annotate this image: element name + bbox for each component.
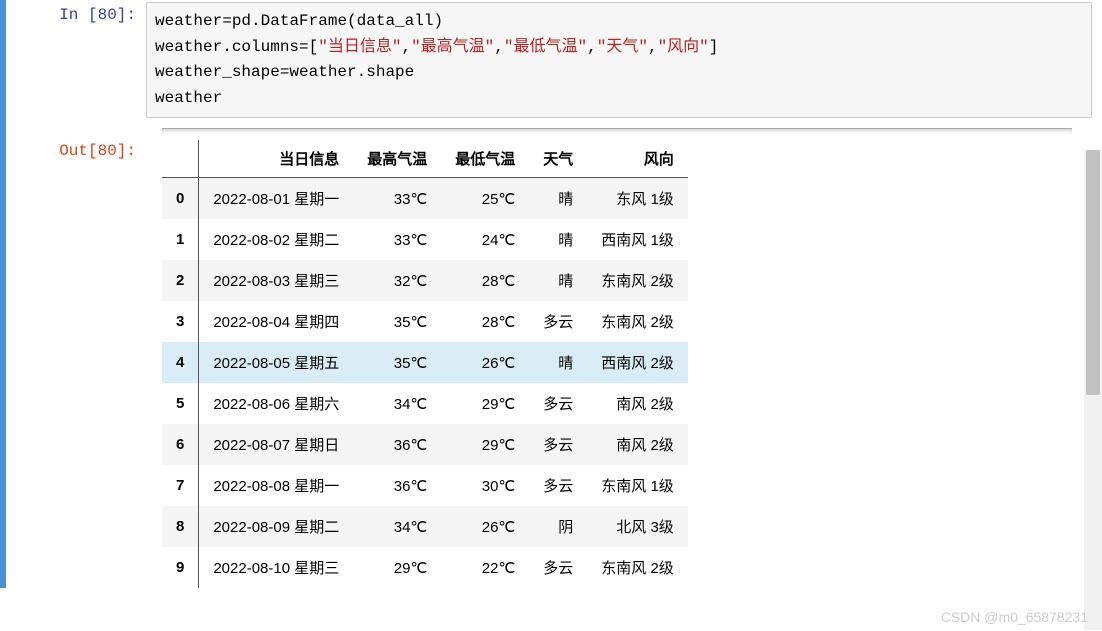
cell-2: 30℃ xyxy=(441,465,529,506)
index-header xyxy=(162,140,199,178)
cell-3: 晴 xyxy=(529,178,587,220)
cell-3: 多云 xyxy=(529,301,587,342)
table-row[interactable]: 42022-08-05 星期五35℃26℃晴西南风 2级 xyxy=(162,342,688,383)
row-index: 8 xyxy=(162,506,199,547)
cell-1: 29℃ xyxy=(353,547,441,588)
col-header-3: 天气 xyxy=(529,140,587,178)
code-line-3: weather_shape=weather.shape xyxy=(155,60,1083,86)
cell-4: 东南风 1级 xyxy=(587,465,688,506)
cell-0: 2022-08-02 星期二 xyxy=(199,219,353,260)
output-cell: Out[80]: 当日信息 最高气温 最低气温 天气 风向 02022-08-0… xyxy=(0,118,1102,588)
cell-1: 35℃ xyxy=(353,342,441,383)
table-row[interactable]: 22022-08-03 星期三32℃28℃晴东南风 2级 xyxy=(162,260,688,301)
col-header-0: 当日信息 xyxy=(199,140,353,178)
cell-3: 晴 xyxy=(529,260,587,301)
cell-3: 多云 xyxy=(529,547,587,588)
row-index: 9 xyxy=(162,547,199,588)
cell-2: 26℃ xyxy=(441,342,529,383)
cell-1: 33℃ xyxy=(353,219,441,260)
cell-3: 晴 xyxy=(529,219,587,260)
code-line-1: weather=pd.DataFrame(data_all) xyxy=(155,9,1083,35)
cell-4: 东风 1级 xyxy=(587,178,688,220)
cell-1: 36℃ xyxy=(353,424,441,465)
table-row[interactable]: 52022-08-06 星期六34℃29℃多云南风 2级 xyxy=(162,383,688,424)
table-row[interactable]: 92022-08-10 星期三29℃22℃多云东南风 2级 xyxy=(162,547,688,588)
output-area: 当日信息 最高气温 最低气温 天气 风向 02022-08-01 星期一33℃2… xyxy=(146,124,1102,588)
cell-0: 2022-08-04 星期四 xyxy=(199,301,353,342)
row-index: 3 xyxy=(162,301,199,342)
cell-0: 2022-08-03 星期三 xyxy=(199,260,353,301)
col-header-2: 最低气温 xyxy=(441,140,529,178)
cell-0: 2022-08-09 星期二 xyxy=(199,506,353,547)
table-row[interactable]: 02022-08-01 星期一33℃25℃晴东风 1级 xyxy=(162,178,688,220)
cell-4: 西南风 2级 xyxy=(587,342,688,383)
vertical-scrollbar[interactable] xyxy=(1084,150,1102,630)
row-index: 0 xyxy=(162,178,199,220)
cell-4: 东南风 2级 xyxy=(587,301,688,342)
row-index: 7 xyxy=(162,465,199,506)
cell-2: 22℃ xyxy=(441,547,529,588)
cell-3: 晴 xyxy=(529,342,587,383)
table-header-row: 当日信息 最高气温 最低气温 天气 风向 xyxy=(162,140,688,178)
output-prompt: Out[80]: xyxy=(6,136,146,160)
cell-4: 东南风 2级 xyxy=(587,260,688,301)
cell-3: 阴 xyxy=(529,506,587,547)
cell-3: 多云 xyxy=(529,465,587,506)
cell-1: 34℃ xyxy=(353,383,441,424)
cell-4: 南风 2级 xyxy=(587,383,688,424)
input-prompt: In [80]: xyxy=(6,0,146,24)
table-row[interactable]: 72022-08-08 星期一36℃30℃多云东南风 1级 xyxy=(162,465,688,506)
cell-2: 25℃ xyxy=(441,178,529,220)
cell-2: 28℃ xyxy=(441,260,529,301)
row-index: 4 xyxy=(162,342,199,383)
cell-0: 2022-08-10 星期三 xyxy=(199,547,353,588)
cell-2: 29℃ xyxy=(441,424,529,465)
cell-4: 东南风 2级 xyxy=(587,547,688,588)
cell-4: 南风 2级 xyxy=(587,424,688,465)
code-input-area[interactable]: weather=pd.DataFrame(data_all) weather.c… xyxy=(146,2,1092,118)
row-index: 1 xyxy=(162,219,199,260)
cell-1: 34℃ xyxy=(353,506,441,547)
table-row[interactable]: 32022-08-04 星期四35℃28℃多云东南风 2级 xyxy=(162,301,688,342)
watermark-text: CSDN @m0_65878231 xyxy=(941,609,1088,625)
cell-4: 北风 3级 xyxy=(587,506,688,547)
row-index: 2 xyxy=(162,260,199,301)
scrollbar-thumb[interactable] xyxy=(1086,150,1100,395)
table-row[interactable]: 82022-08-09 星期二34℃26℃阴北风 3级 xyxy=(162,506,688,547)
input-cell: In [80]: weather=pd.DataFrame(data_all) … xyxy=(6,0,1102,118)
table-row[interactable]: 62022-08-07 星期日36℃29℃多云南风 2级 xyxy=(162,424,688,465)
cell-2: 26℃ xyxy=(441,506,529,547)
row-index: 6 xyxy=(162,424,199,465)
cell-3: 多云 xyxy=(529,383,587,424)
cell-0: 2022-08-08 星期一 xyxy=(199,465,353,506)
row-index: 5 xyxy=(162,383,199,424)
cell-2: 29℃ xyxy=(441,383,529,424)
cell-1: 35℃ xyxy=(353,301,441,342)
table-row[interactable]: 12022-08-02 星期二33℃24℃晴西南风 1级 xyxy=(162,219,688,260)
output-shadow xyxy=(162,128,1072,134)
code-line-4: weather xyxy=(155,86,1083,112)
dataframe-table: 当日信息 最高气温 最低气温 天气 风向 02022-08-01 星期一33℃2… xyxy=(162,140,688,588)
cell-1: 33℃ xyxy=(353,178,441,220)
cell-0: 2022-08-05 星期五 xyxy=(199,342,353,383)
cell-1: 36℃ xyxy=(353,465,441,506)
cell-2: 24℃ xyxy=(441,219,529,260)
cell-0: 2022-08-01 星期一 xyxy=(199,178,353,220)
cell-4: 西南风 1级 xyxy=(587,219,688,260)
cell-0: 2022-08-06 星期六 xyxy=(199,383,353,424)
cell-1: 32℃ xyxy=(353,260,441,301)
cell-0: 2022-08-07 星期日 xyxy=(199,424,353,465)
cell-2: 28℃ xyxy=(441,301,529,342)
code-line-2: weather.columns=["当日信息","最高气温","最低气温","天… xyxy=(155,35,1083,61)
cell-3: 多云 xyxy=(529,424,587,465)
col-header-4: 风向 xyxy=(587,140,688,178)
col-header-1: 最高气温 xyxy=(353,140,441,178)
